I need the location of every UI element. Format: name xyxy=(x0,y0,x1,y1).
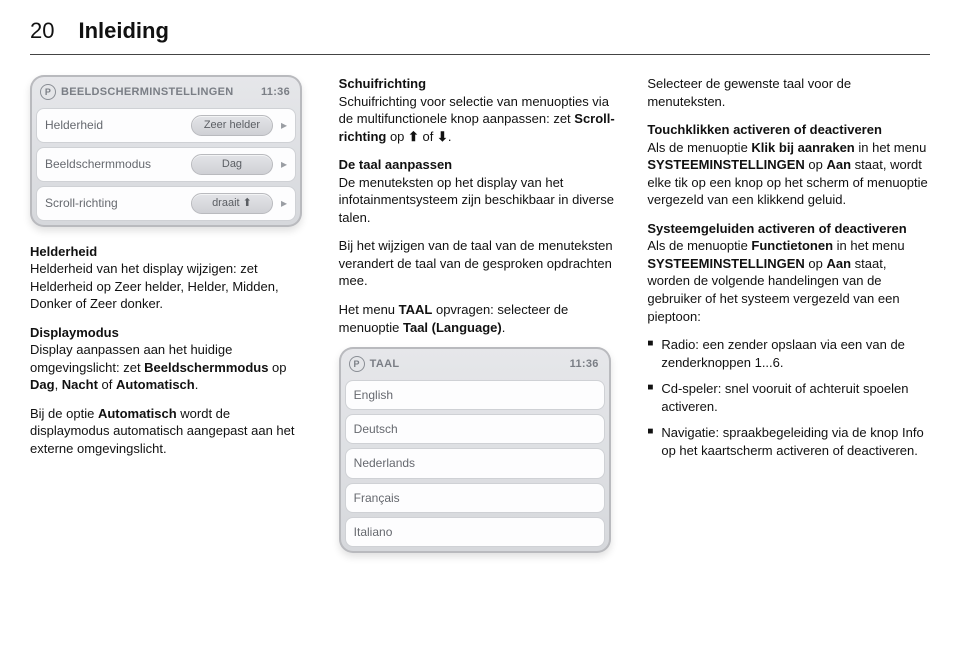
body-text: . xyxy=(195,377,199,392)
table-row[interactable]: Beeldschermmodus Dag ▸ xyxy=(36,147,296,182)
body-text: of xyxy=(98,377,116,392)
table-row[interactable]: Helderheid Zeer helder ▸ xyxy=(36,108,296,143)
heading-touchklikken: Touchklikken activeren of deactiveren xyxy=(647,122,882,137)
body-text: Schuifrichting voor selectie van menuopt… xyxy=(339,94,609,127)
term: Automatisch xyxy=(116,377,195,392)
list-item[interactable]: Français xyxy=(345,483,605,513)
heading-systeemgeluiden: Systeemgeluiden activeren of deactiveren xyxy=(647,221,906,236)
header-rule xyxy=(30,54,930,55)
device-header-icon: P xyxy=(40,84,56,100)
list-item: Radio: een zender opslaan via een van de… xyxy=(647,336,930,371)
chevron-right-icon: ▸ xyxy=(281,195,287,211)
column-2: Schuifrichting Schuifrichting voor selec… xyxy=(339,75,622,569)
row-value: Dag xyxy=(191,154,273,175)
body-text: op xyxy=(386,129,408,144)
device-screen-settings: P BEELDSCHERMINSTELLINGEN 11:36 Helderhe… xyxy=(30,75,302,227)
arrow-up-icon: ⬆ xyxy=(408,129,419,144)
row-label: Nederlands xyxy=(354,455,596,471)
table-row[interactable]: Scroll-richting draait ⬆ ▸ xyxy=(36,186,296,221)
term: Aan xyxy=(827,157,852,172)
list-item: Cd-speler: snel vooruit of achteruit spo… xyxy=(647,380,930,415)
body-text: Als de menuoptie xyxy=(647,140,751,155)
row-value: Zeer helder xyxy=(191,115,273,136)
row-label: Scroll-richting xyxy=(45,195,183,211)
bullet-list: Radio: een zender opslaan via een van de… xyxy=(647,336,930,459)
device-title: TAAL xyxy=(370,357,400,372)
arrow-down-icon: ⬇ xyxy=(437,129,448,144)
device-screen-taal: P TAAL 11:36 English Deutsch Nederlands … xyxy=(339,347,611,553)
term: Functietonen xyxy=(751,238,833,253)
body-text: in het menu xyxy=(833,238,905,253)
term: Beeldschermmodus xyxy=(144,360,268,375)
heading-schuifrichting: Schuifrichting xyxy=(339,76,426,91)
body-text: op xyxy=(268,360,286,375)
term: Dag xyxy=(30,377,55,392)
body-text: Bij de optie xyxy=(30,406,98,421)
body-text: Bij het wijzigen van de taal van de menu… xyxy=(339,238,613,288)
term: Aan xyxy=(827,256,852,271)
term: SYSTEEMINSTELLINGEN xyxy=(647,157,804,172)
row-value: draait ⬆ xyxy=(191,193,273,214)
page-number: 20 xyxy=(30,18,54,44)
heading-displaymodus: Displaymodus xyxy=(30,325,119,340)
body-text: Helderheid van het display wijzigen: zet… xyxy=(30,261,279,311)
term: Automatisch xyxy=(98,406,177,421)
page-title: Inleiding xyxy=(78,18,168,44)
list-item[interactable]: Deutsch xyxy=(345,414,605,444)
list-item[interactable]: Italiano xyxy=(345,517,605,547)
heading-taal-aanpassen: De taal aanpassen xyxy=(339,157,452,172)
device-title: BEELDSCHERMINSTELLINGEN xyxy=(61,85,234,100)
row-label: Français xyxy=(354,490,596,506)
term: Nacht xyxy=(62,377,98,392)
term: Taal (Language) xyxy=(403,320,502,335)
body-text: De menuteksten op het display van het in… xyxy=(339,175,614,225)
body-text: , xyxy=(55,377,62,392)
row-label: Deutsch xyxy=(354,421,596,437)
list-item: Navigatie: spraakbegeleiding via de knop… xyxy=(647,424,930,459)
term: Klik bij aanraken xyxy=(751,140,854,155)
body-text: op xyxy=(805,157,827,172)
body-text: Selecteer de gewenste taal voor de menut… xyxy=(647,76,851,109)
device-clock: 11:36 xyxy=(570,357,599,372)
device-clock: 11:36 xyxy=(261,85,290,100)
device-header-icon: P xyxy=(349,356,365,372)
list-item[interactable]: English xyxy=(345,380,605,410)
body-text: in het menu xyxy=(855,140,927,155)
list-item[interactable]: Nederlands xyxy=(345,448,605,478)
body-text: op xyxy=(805,256,827,271)
body-text: . xyxy=(448,129,452,144)
chevron-right-icon: ▸ xyxy=(281,156,287,172)
term: SYSTEEMINSTELLINGEN xyxy=(647,256,804,271)
column-1: P BEELDSCHERMINSTELLINGEN 11:36 Helderhe… xyxy=(30,75,313,569)
row-label: Italiano xyxy=(354,524,596,540)
body-text: Als de menuoptie xyxy=(647,238,751,253)
column-3: Selecteer de gewenste taal voor de menut… xyxy=(647,75,930,569)
row-label: Helderheid xyxy=(45,117,183,133)
row-label: Beeldschermmodus xyxy=(45,156,183,172)
term: TAAL xyxy=(399,302,433,317)
body-text: Het menu xyxy=(339,302,399,317)
chevron-right-icon: ▸ xyxy=(281,117,287,133)
row-label: English xyxy=(354,387,596,403)
heading-helderheid: Helderheid xyxy=(30,244,97,259)
body-text: of xyxy=(419,129,437,144)
body-text: . xyxy=(502,320,506,335)
